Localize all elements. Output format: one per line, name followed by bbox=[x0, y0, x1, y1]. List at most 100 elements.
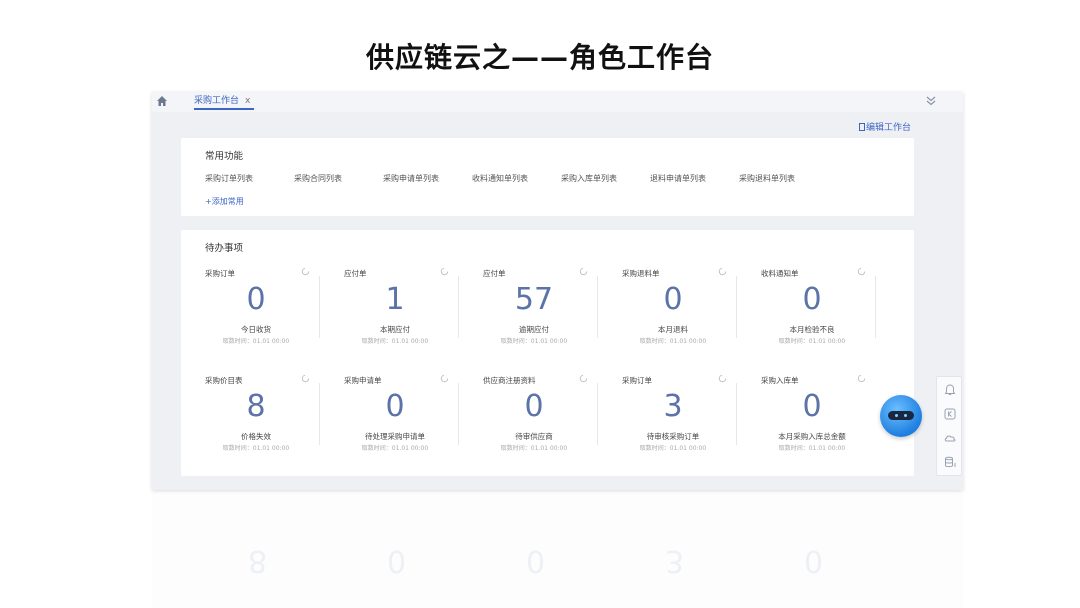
card-label: 价格失效 bbox=[241, 432, 271, 441]
refresh-icon[interactable] bbox=[579, 374, 588, 383]
func-item-purchase-order-list[interactable]: 采购订单列表 bbox=[205, 173, 253, 184]
card-value: 0 bbox=[524, 389, 544, 424]
card-value: 1 bbox=[385, 282, 405, 317]
frequent-functions-title: 常用功能 bbox=[205, 151, 244, 162]
card-time: 取数时间：01.01 00:00 bbox=[778, 445, 846, 452]
chevron-double-down-icon[interactable] bbox=[925, 95, 937, 107]
tab-label: 采购工作台 bbox=[194, 96, 240, 106]
refresh-icon[interactable] bbox=[301, 267, 310, 276]
card-label: 待处理采购申请单 bbox=[365, 432, 425, 441]
reflection-value: 0 bbox=[804, 543, 824, 578]
tab-bar: 采购工作台 x bbox=[152, 92, 963, 112]
refresh-icon[interactable] bbox=[718, 267, 727, 276]
todo-card[interactable]: 采购订单 3 待审核采购订单 取数时间：01.01 00:00 bbox=[598, 371, 737, 471]
card-divider bbox=[875, 276, 876, 338]
card-value: 3 bbox=[663, 389, 683, 424]
func-item-purchase-return-list[interactable]: 采购退料单列表 bbox=[739, 173, 795, 184]
card-time: 取数时间：01.01 00:00 bbox=[222, 338, 290, 345]
todo-card[interactable]: 采购价目表 8 价格失效 取数时间：01.01 00:00 bbox=[181, 371, 320, 471]
refresh-icon[interactable] bbox=[718, 374, 727, 383]
card-title: 采购退料单 bbox=[622, 269, 660, 278]
card-label: 本期应付 bbox=[380, 325, 410, 334]
card-value: 0 bbox=[802, 389, 822, 424]
tab-close-icon[interactable]: x bbox=[245, 96, 250, 106]
card-label: 本月采购入库总金额 bbox=[778, 432, 846, 441]
workbench-window: 采购工作台 x 编辑工作台 常用功能 采购订单列表 采购合同列表 采购申请单列表 … bbox=[152, 92, 963, 490]
card-value: 0 bbox=[663, 282, 683, 317]
assistant-eye-icon bbox=[895, 414, 898, 417]
card-time: 取数时间：01.01 00:00 bbox=[778, 338, 846, 345]
card-time: 取数时间：01.01 00:00 bbox=[361, 338, 429, 345]
window-reflection: 8 0 0 3 0 bbox=[152, 494, 963, 608]
tab-purchase-workbench[interactable]: 采购工作台 x bbox=[194, 94, 255, 110]
todo-card[interactable]: 应付单 1 本期应付 取数时间：01.01 00:00 bbox=[320, 264, 459, 364]
card-title: 应付单 bbox=[483, 269, 506, 278]
slide-title: 供应链云之——角色工作台 bbox=[365, 41, 714, 74]
card-label: 今日收货 bbox=[241, 325, 271, 334]
func-item-purchase-inbound-list[interactable]: 采购入库单列表 bbox=[561, 173, 617, 184]
reflection-background bbox=[152, 494, 963, 608]
assistant-face-icon bbox=[888, 411, 914, 420]
card-title: 采购申请单 bbox=[344, 376, 382, 385]
todo-card[interactable]: 采购退料单 0 本月退料 取数时间：01.01 00:00 bbox=[598, 264, 737, 364]
card-title: 供应商注册资料 bbox=[483, 376, 536, 385]
side-toolbar bbox=[936, 376, 962, 476]
card-time: 取数时间：01.01 00:00 bbox=[639, 338, 707, 345]
reflection-value: 3 bbox=[665, 543, 685, 578]
card-title: 收料通知单 bbox=[761, 269, 799, 278]
func-item-return-request-list[interactable]: 退料申请单列表 bbox=[650, 173, 706, 184]
card-title: 采购价目表 bbox=[205, 376, 243, 385]
reflection-value: 0 bbox=[526, 543, 546, 578]
add-common-button[interactable]: +添加常用 bbox=[205, 196, 244, 207]
refresh-icon[interactable] bbox=[440, 267, 449, 276]
card-time: 取数时间：01.01 00:00 bbox=[500, 445, 568, 452]
database-icon[interactable] bbox=[943, 455, 957, 469]
cloud-icon[interactable] bbox=[943, 431, 957, 445]
card-time: 取数时间：01.01 00:00 bbox=[639, 445, 707, 452]
card-value: 57 bbox=[514, 282, 554, 317]
reflection-value: 0 bbox=[387, 543, 407, 578]
refresh-icon[interactable] bbox=[857, 374, 866, 383]
card-title: 采购订单 bbox=[205, 269, 235, 278]
edit-icon bbox=[858, 123, 865, 131]
todo-card[interactable]: 采购申请单 0 待处理采购申请单 取数时间：01.01 00:00 bbox=[320, 371, 459, 471]
assistant-bot-button[interactable] bbox=[880, 395, 922, 437]
card-label: 待审核采购订单 bbox=[646, 432, 700, 441]
card-label: 待审供应商 bbox=[515, 432, 553, 441]
card-label: 本月检验不良 bbox=[789, 325, 835, 334]
card-value: 0 bbox=[385, 389, 405, 424]
todo-card[interactable]: 收料通知单 0 本月检验不良 取数时间：01.01 00:00 bbox=[737, 264, 876, 364]
home-icon[interactable] bbox=[156, 95, 168, 107]
card-label: 本月退料 bbox=[658, 325, 688, 334]
card-value: 8 bbox=[246, 389, 266, 424]
func-item-purchase-request-list[interactable]: 采购申请单列表 bbox=[383, 173, 439, 184]
card-title: 应付单 bbox=[344, 269, 367, 278]
refresh-icon[interactable] bbox=[579, 267, 588, 276]
card-time: 取数时间：01.01 00:00 bbox=[222, 445, 290, 452]
frequent-functions-panel: 常用功能 采购订单列表 采购合同列表 采购申请单列表 收料通知单列表 采购入库单… bbox=[181, 138, 914, 216]
edit-workbench-label: 编辑工作台 bbox=[865, 123, 911, 133]
card-value: 0 bbox=[802, 282, 822, 317]
card-title: 采购订单 bbox=[622, 376, 652, 385]
todo-card[interactable]: 采购订单 0 今日收货 取数时间：01.01 00:00 bbox=[181, 264, 320, 364]
edit-workbench-link[interactable]: 编辑工作台 bbox=[858, 120, 911, 133]
card-value: 0 bbox=[246, 282, 266, 317]
refresh-icon[interactable] bbox=[301, 374, 310, 383]
func-item-receipt-notice-list[interactable]: 收料通知单列表 bbox=[472, 173, 528, 184]
card-label: 逾期应付 bbox=[519, 325, 549, 334]
reflection-value: 8 bbox=[248, 543, 268, 578]
card-title: 采购入库单 bbox=[761, 376, 799, 385]
assistant-eye-icon bbox=[904, 414, 907, 417]
todo-card[interactable]: 应付单 57 逾期应付 取数时间：01.01 00:00 bbox=[459, 264, 598, 364]
func-item-purchase-contract-list[interactable]: 采购合同列表 bbox=[294, 173, 342, 184]
todo-card[interactable]: 采购入库单 0 本月采购入库总金额 取数时间：01.01 00:00 bbox=[737, 371, 876, 471]
todo-title: 待办事项 bbox=[205, 243, 244, 254]
bell-icon[interactable] bbox=[943, 383, 957, 397]
refresh-icon[interactable] bbox=[440, 374, 449, 383]
card-time: 取数时间：01.01 00:00 bbox=[500, 338, 568, 345]
card-time: 取数时间：01.01 00:00 bbox=[361, 445, 429, 452]
refresh-icon[interactable] bbox=[857, 267, 866, 276]
k-icon[interactable] bbox=[943, 407, 957, 421]
todo-card[interactable]: 供应商注册资料 0 待审供应商 取数时间：01.01 00:00 bbox=[459, 371, 598, 471]
todo-panel: 待办事项 采购订单 0 今日收货 取数时间：01.01 00:00 应付单 1 … bbox=[181, 230, 914, 476]
